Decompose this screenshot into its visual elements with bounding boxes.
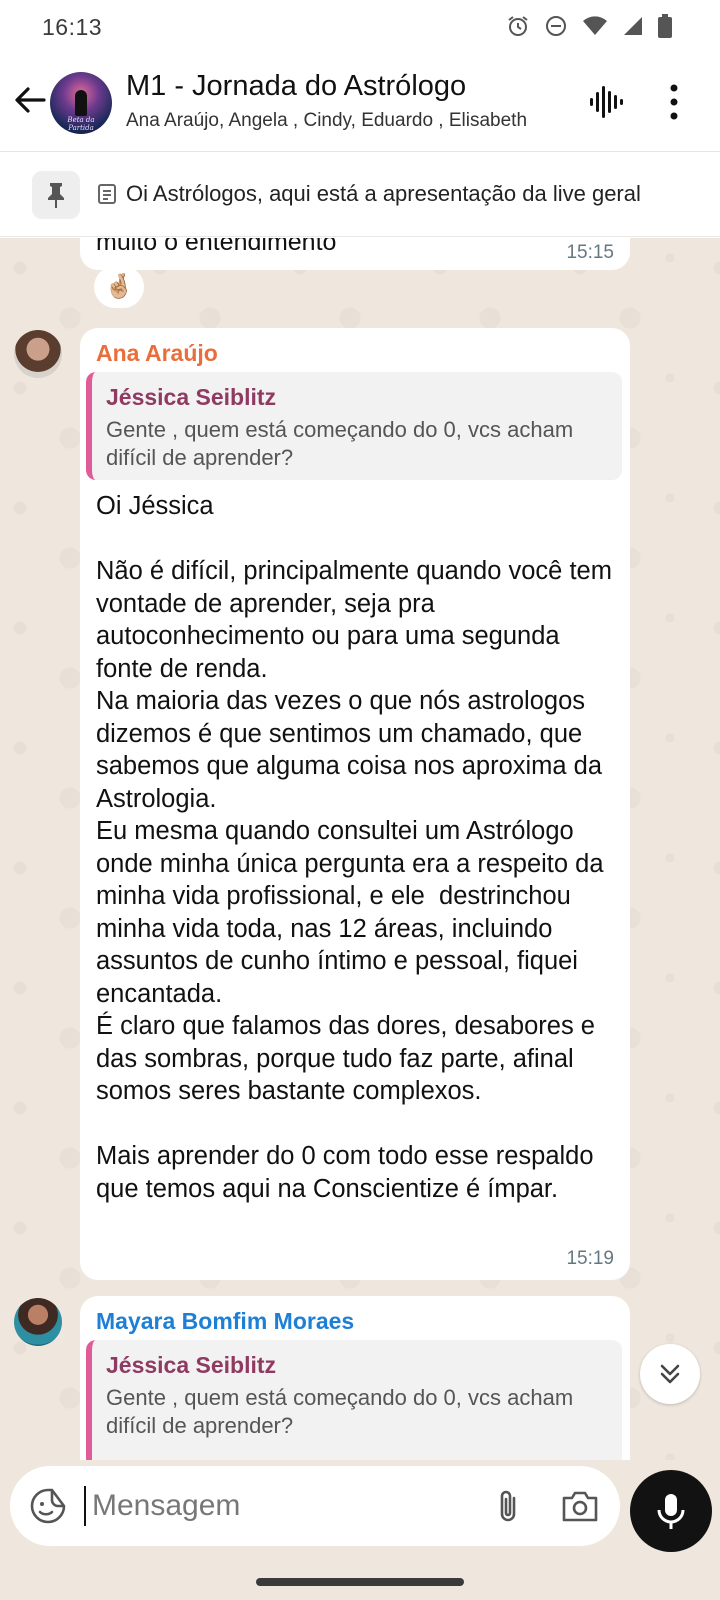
text-cursor [84, 1486, 86, 1526]
status-bar: 16:13 [0, 0, 720, 52]
battery-icon [658, 14, 672, 38]
chat-header: Beta da Partida M1 - Jornada do Astrólog… [0, 52, 720, 152]
message-bubble[interactable]: muito o entendimento 15:15 [80, 238, 630, 270]
chat-title[interactable]: M1 - Jornada do Astrólogo [126, 70, 466, 103]
back-button[interactable] [12, 82, 48, 118]
emoji-button[interactable] [28, 1486, 68, 1526]
quoted-text: Gente , quem está começando do 0, vcs ac… [106, 1385, 574, 1438]
voice-message-button[interactable] [630, 1470, 712, 1552]
group-avatar[interactable]: Beta da Partida [50, 72, 112, 134]
sticker-smiley-icon [30, 1488, 66, 1524]
signal-icon [624, 17, 642, 35]
quoted-sender: Jéssica Seiblitz [106, 384, 277, 410]
scroll-to-bottom-button[interactable] [640, 1344, 700, 1404]
chat-members[interactable]: Ana Araújo, Angela , Cindy, Eduardo , El… [126, 110, 562, 132]
quoted-sender: Jéssica Seiblitz [106, 1352, 277, 1378]
message-reaction[interactable]: 🤞🏼 [94, 266, 144, 308]
message-sender[interactable]: Mayara Bomfim Moraes [96, 1308, 354, 1335]
microphone-icon [657, 1494, 685, 1529]
home-indicator[interactable] [256, 1578, 464, 1586]
pin-icon [48, 183, 64, 208]
message-bubble-ana[interactable]: Ana Araújo Jéssica Seiblitz Gente , quem… [80, 328, 630, 1280]
status-time: 16:13 [42, 14, 103, 40]
paperclip-icon [500, 1490, 516, 1522]
attach-button[interactable] [488, 1486, 528, 1526]
message-time: 15:15 [566, 242, 614, 263]
pin-button[interactable] [32, 171, 80, 219]
quoted-message[interactable]: Jéssica Seiblitz Gente , quem está começ… [86, 372, 622, 480]
composer [0, 1460, 720, 1560]
avatar-mayara-bomfim-moraes[interactable] [14, 1298, 62, 1346]
message-sender[interactable]: Ana Araújo [96, 340, 218, 367]
message-text: muito o entendimento [96, 238, 337, 256]
voice-chat-button[interactable] [586, 82, 626, 122]
camera-icon [562, 1491, 598, 1522]
chevron-double-down-icon [660, 1364, 680, 1384]
message-input[interactable] [92, 1482, 472, 1530]
do-not-disturb-icon [546, 16, 566, 36]
camera-button[interactable] [558, 1486, 602, 1526]
quoted-text: Gente , quem está começando do 0, vcs ac… [106, 417, 574, 470]
audio-waveform-icon [590, 86, 623, 118]
more-vertical-icon [670, 84, 678, 120]
arrow-left-icon [15, 87, 46, 113]
avatar-ana-araujo[interactable] [14, 330, 62, 378]
message-text: Oi Jéssica Não é difícil, principalmente… [96, 492, 612, 1203]
pinned-message-text: Oi Astrólogos, aqui está a apresentação … [126, 181, 641, 206]
chat-area[interactable]: muito o entendimento 15:15 🤞🏼 Ana Araújo… [0, 238, 720, 1460]
alarm-icon [508, 16, 528, 36]
message-input-container [10, 1466, 620, 1546]
quoted-message[interactable]: Jéssica Seiblitz Gente , quem está começ… [86, 1340, 622, 1460]
avatar-caption: Beta da Partida [67, 116, 95, 132]
avatar-figure [75, 90, 87, 116]
more-options-button[interactable] [664, 82, 684, 122]
message-bubble-mayara[interactable]: Mayara Bomfim Moraes Jéssica Seiblitz Ge… [80, 1296, 630, 1460]
wifi-icon [583, 16, 607, 35]
navigation-bar [0, 1560, 720, 1600]
message-time: 15:19 [566, 1248, 614, 1269]
pinned-message-bar[interactable]: Oi Astrólogos, aqui está a apresentação … [0, 153, 720, 237]
document-icon [98, 184, 116, 204]
status-icons [506, 14, 672, 38]
